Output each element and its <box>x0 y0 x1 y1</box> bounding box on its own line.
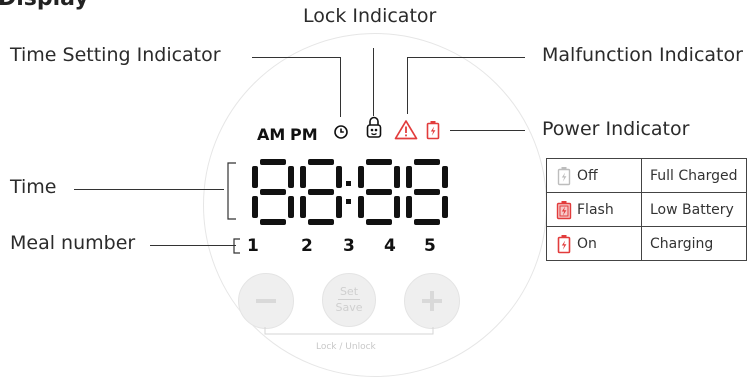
time-display-8888 <box>252 159 448 225</box>
battery-on-icon <box>557 234 571 253</box>
minus-icon <box>256 299 276 303</box>
power-indicator-table: Off Full Charged Flash Low Battery On Ch… <box>546 158 747 261</box>
lock-unlock-label: Lock / Unlock <box>316 342 376 352</box>
save-label: Save <box>335 301 363 314</box>
lock-indicator-label: Lock Indicator <box>303 5 437 27</box>
battery-outline-icon <box>557 166 571 185</box>
meaning-cell: Full Charged <box>641 158 747 193</box>
state-cell: On <box>546 226 642 261</box>
malfunction-leader-h <box>407 57 525 58</box>
am-indicator: AM <box>257 125 286 144</box>
state-cell: Off <box>546 158 642 193</box>
time-leader-h <box>74 189 224 190</box>
set-label: Set <box>339 285 359 298</box>
malfunction-indicator-label: Malfunction Indicator <box>542 44 743 66</box>
warning-icon <box>394 120 418 140</box>
meaning-cell: Low Battery <box>641 192 747 227</box>
meal-leader-h <box>150 245 236 246</box>
clock-icon <box>334 125 348 139</box>
power-indicator-label: Power Indicator <box>542 118 690 140</box>
meal-number-4: 4 <box>384 236 396 256</box>
page-title: Display <box>0 0 89 11</box>
lock-unlock-bracket <box>264 327 434 335</box>
malfunction-leader-v <box>407 57 408 114</box>
meal-bracket <box>233 238 240 254</box>
power-icon <box>426 121 440 140</box>
meal-number-5: 5 <box>424 236 436 256</box>
pm-indicator: PM <box>290 125 318 144</box>
plus-button[interactable] <box>404 273 460 329</box>
meaning-cell: Charging <box>641 226 747 261</box>
battery-flash-icon <box>556 200 572 219</box>
plus-icon-v <box>430 291 434 311</box>
minus-button[interactable] <box>238 273 294 329</box>
state-cell: Flash <box>546 192 642 227</box>
state-text: Off <box>577 167 598 184</box>
lock-leader-v <box>373 48 374 116</box>
time-setting-leader-h <box>252 57 340 58</box>
state-text: On <box>577 235 597 252</box>
meal-number-2: 2 <box>301 236 313 256</box>
time-label: Time <box>10 176 57 198</box>
table-row: Flash Low Battery <box>546 192 747 227</box>
state-text: Flash <box>577 201 614 218</box>
table-row: On Charging <box>546 226 747 261</box>
lock-icon <box>366 116 382 138</box>
set-save-button[interactable]: Set Save <box>322 273 376 327</box>
meal-number-label: Meal number <box>10 232 136 254</box>
time-setting-leader-v <box>340 57 341 117</box>
set-save-divider <box>338 299 360 300</box>
table-row: Off Full Charged <box>546 158 747 193</box>
meal-number-1: 1 <box>247 236 259 256</box>
time-bracket <box>227 162 236 220</box>
meal-number-3: 3 <box>343 236 355 256</box>
power-leader-h <box>450 130 525 131</box>
time-setting-indicator-label: Time Setting Indicator <box>10 44 221 66</box>
